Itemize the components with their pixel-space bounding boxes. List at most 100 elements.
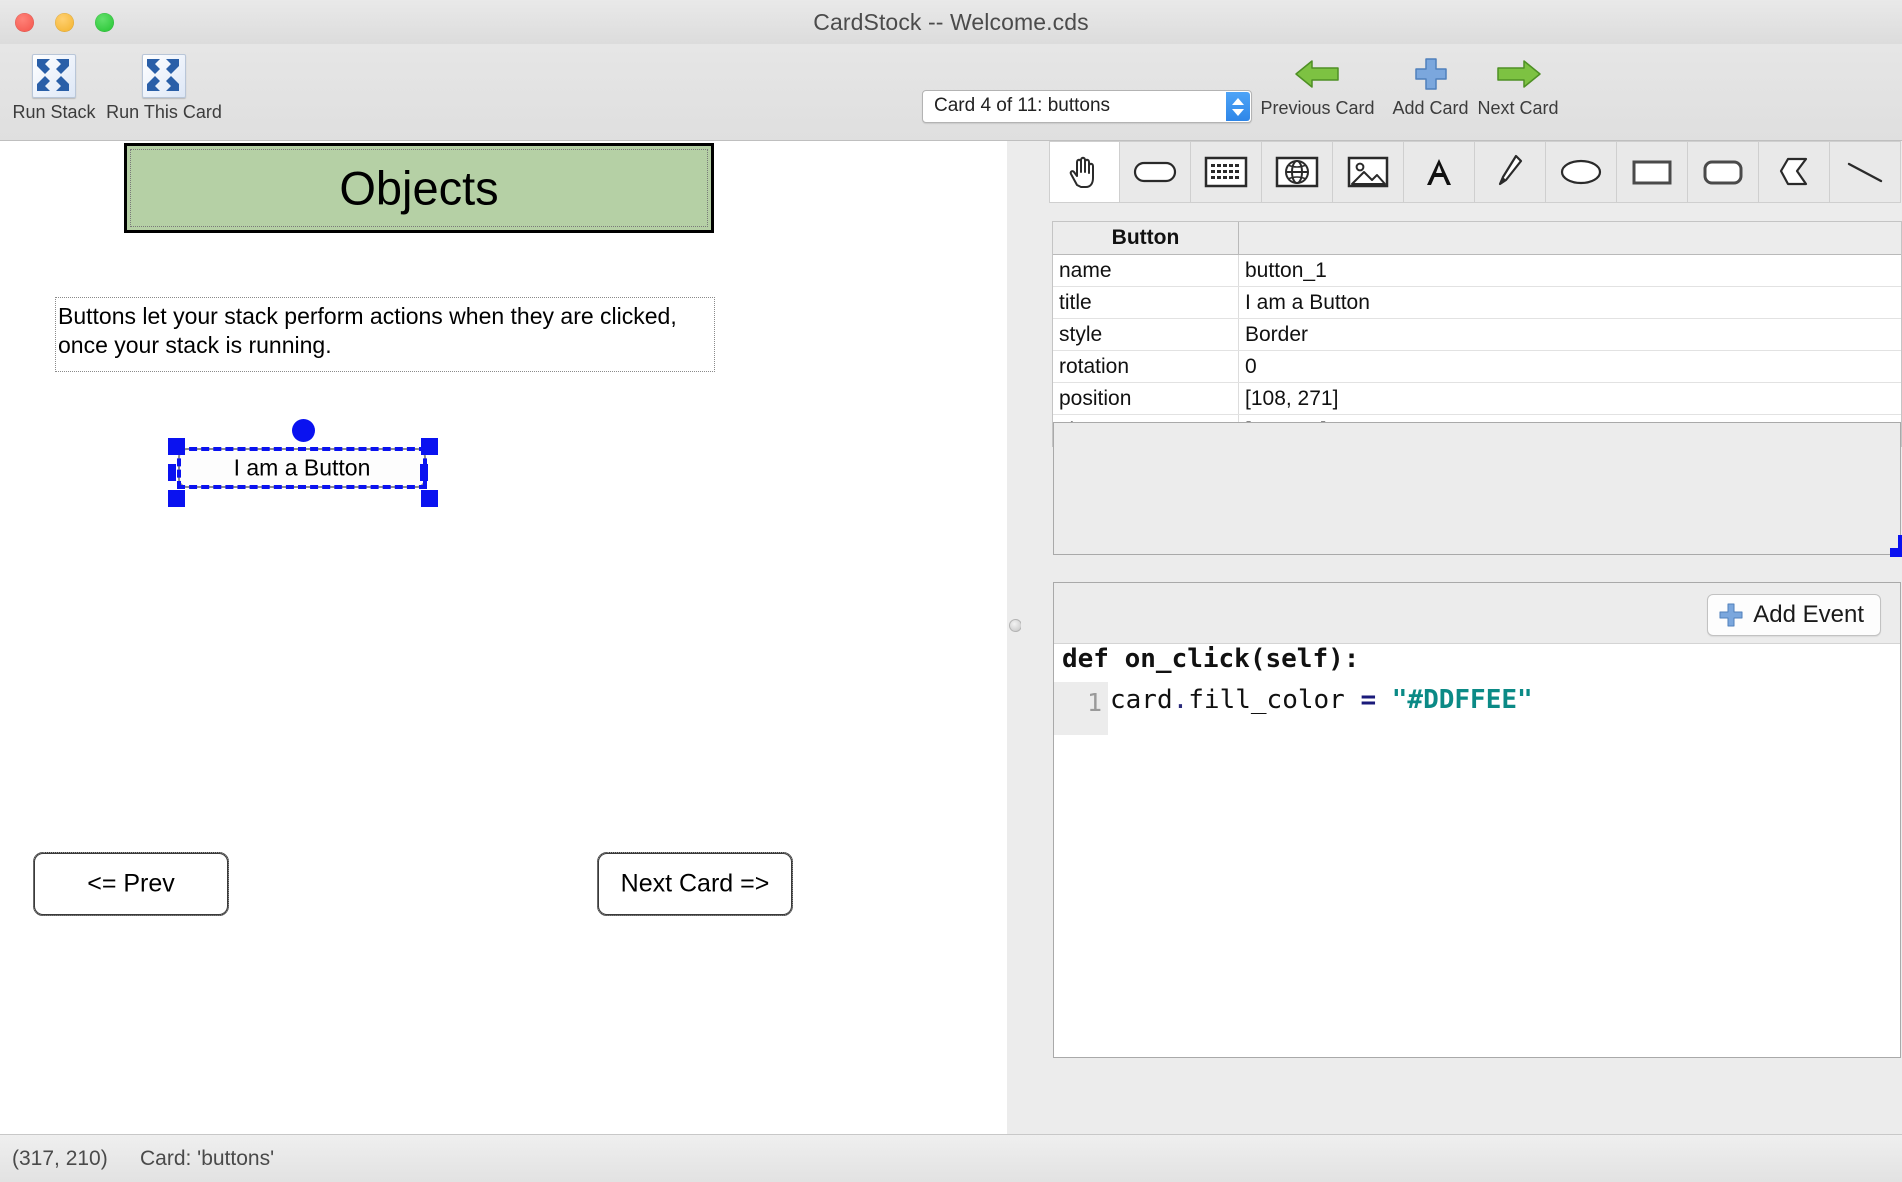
resize-handle-top-left[interactable] <box>168 438 185 455</box>
previous-card-label: Previous Card <box>1260 98 1375 118</box>
next-card-label: Next Card <box>1477 98 1559 118</box>
card-body-line-1: Buttons let your stack perform actions w… <box>58 303 677 329</box>
main-toolbar: Run Stack Run This Card Card 4 of 11: bu… <box>0 44 1902 141</box>
card-title-text: Objects <box>339 161 499 215</box>
property-value-position[interactable]: [108, 271] <box>1239 383 1901 414</box>
code-token-operator: = <box>1360 685 1377 715</box>
hand-icon <box>1069 156 1094 188</box>
rectangle-icon <box>1632 160 1672 185</box>
property-header-key: Button <box>1053 222 1239 254</box>
card-picker-dropdown[interactable]: Card 4 of 11: buttons <box>922 90 1252 123</box>
inspector-panel: Button name button_1 title I am a Button… <box>1021 141 1902 1135</box>
text-field-icon <box>1204 156 1248 188</box>
run-stack-button[interactable]: Run Stack <box>8 54 100 123</box>
run-this-card-icon <box>142 54 186 98</box>
chevron-down-icon <box>1232 109 1244 116</box>
plus-icon <box>1719 603 1743 627</box>
pencil-icon <box>1498 154 1523 186</box>
code-token-dot: . <box>1172 685 1189 715</box>
property-value-name[interactable]: button_1 <box>1239 255 1901 286</box>
text-field-tool-button[interactable] <box>1191 141 1262 203</box>
code-def-line: def on_click(self): <box>1062 644 1360 674</box>
code-line-number: 1 <box>1086 688 1102 717</box>
image-tool-button[interactable] <box>1333 141 1404 203</box>
card-prev-button[interactable]: <= Prev <box>33 852 229 916</box>
resize-handle-horizontal-bar <box>1890 548 1902 557</box>
property-key-style: style <box>1053 319 1239 350</box>
plus-icon <box>1406 54 1456 94</box>
run-stack-label: Run Stack <box>12 102 96 122</box>
next-card-button[interactable]: Next Card <box>1463 54 1573 119</box>
rotation-handle[interactable] <box>292 419 315 442</box>
selection-outline <box>177 447 427 489</box>
pen-tool-button[interactable] <box>1475 141 1546 203</box>
property-value-title[interactable]: I am a Button <box>1239 287 1901 318</box>
rectangle-tool-button[interactable] <box>1617 141 1688 203</box>
card-body-text-object[interactable]: Buttons let your stack perform actions w… <box>55 297 715 372</box>
card-picker-value: Card 4 of 11: buttons <box>934 95 1111 116</box>
web-view-tool-button[interactable] <box>1262 141 1333 203</box>
rounded-rectangle-icon <box>1703 160 1743 185</box>
code-token-string: "#DDFFEE" <box>1376 685 1533 715</box>
button-tool-button[interactable] <box>1120 141 1191 203</box>
code-token-card: card <box>1110 685 1173 715</box>
titlebar: CardStock -- Welcome.cds <box>0 0 1902 45</box>
resize-handle-bottom-left[interactable] <box>168 490 185 507</box>
property-key-title: title <box>1053 287 1239 318</box>
property-table[interactable]: Button name button_1 title I am a Button… <box>1052 221 1902 447</box>
panel-resize-handle[interactable] <box>1890 535 1902 557</box>
code-editor-toolbar: Add Event <box>1054 583 1900 644</box>
resize-handle-middle-left[interactable] <box>168 464 176 481</box>
property-detail-panel[interactable] <box>1053 422 1901 555</box>
run-this-card-label: Run This Card <box>106 102 222 122</box>
run-this-card-button[interactable]: Run This Card <box>104 54 224 123</box>
code-token-attr: fill_color <box>1188 685 1361 715</box>
code-editor-panel[interactable]: Add Event def on_click(self): 1 card.fil… <box>1053 582 1901 1058</box>
oval-tool-button[interactable] <box>1546 141 1617 203</box>
line-tool-button[interactable] <box>1830 141 1901 203</box>
card-next-button-label: Next Card => <box>620 869 770 898</box>
table-row[interactable]: name button_1 <box>1053 255 1901 287</box>
status-coordinates: (317, 210) <box>12 1147 108 1170</box>
code-line-1[interactable]: card.fill_color = "#DDFFEE" <box>1110 685 1533 715</box>
property-key-position: position <box>1053 383 1239 414</box>
resize-handle-bottom-right[interactable] <box>421 490 438 507</box>
cardstock-window: CardStock -- Welcome.cds Run Stack Run T… <box>0 0 1902 1182</box>
property-header-value <box>1239 222 1901 254</box>
panel-splitter[interactable] <box>1007 141 1022 1135</box>
status-card-name: Card: 'buttons' <box>140 1147 275 1170</box>
selected-button-group[interactable]: I am a Button <box>166 419 440 507</box>
property-value-style[interactable]: Border <box>1239 319 1901 350</box>
card-title-object[interactable]: Objects <box>124 143 714 233</box>
add-event-label: Add Event <box>1753 601 1864 628</box>
add-event-button[interactable]: Add Event <box>1707 594 1881 636</box>
hand-tool-button[interactable] <box>1049 141 1120 203</box>
right-arrow-icon <box>1493 54 1543 94</box>
resize-handle-top-right[interactable] <box>421 438 438 455</box>
round-rect-tool-button[interactable] <box>1688 141 1759 203</box>
text-label-tool-button[interactable] <box>1404 141 1475 203</box>
status-bar: (317, 210) Card: 'buttons' <box>0 1134 1902 1182</box>
property-value-rotation[interactable]: 0 <box>1239 351 1901 382</box>
table-row[interactable]: style Border <box>1053 319 1901 351</box>
property-key-rotation: rotation <box>1053 351 1239 382</box>
resize-handle-middle-right[interactable] <box>420 464 428 481</box>
table-row[interactable]: rotation 0 <box>1053 351 1901 383</box>
oval-icon <box>1560 159 1602 185</box>
property-table-header: Button <box>1053 222 1901 255</box>
chevron-up-icon <box>1232 98 1244 105</box>
tool-palette <box>1049 141 1902 203</box>
card-next-button[interactable]: Next Card => <box>597 852 793 916</box>
previous-card-button[interactable]: Previous Card <box>1245 54 1390 119</box>
table-row[interactable]: position [108, 271] <box>1053 383 1901 415</box>
card-canvas[interactable]: Objects Buttons let your stack perform a… <box>0 141 1008 1135</box>
letter-a-icon <box>1427 159 1451 185</box>
code-text-area[interactable]: def on_click(self): 1 card.fill_color = … <box>1054 644 1900 1057</box>
window-title: CardStock -- Welcome.cds <box>813 9 1089 35</box>
card-prev-button-label: <= Prev <box>87 869 175 898</box>
rounded-button-icon <box>1133 161 1177 183</box>
polygon-tool-button[interactable] <box>1759 141 1830 203</box>
table-row[interactable]: title I am a Button <box>1053 287 1901 319</box>
code-gutter: 1 <box>1054 682 1108 735</box>
run-stack-icon <box>32 54 76 98</box>
